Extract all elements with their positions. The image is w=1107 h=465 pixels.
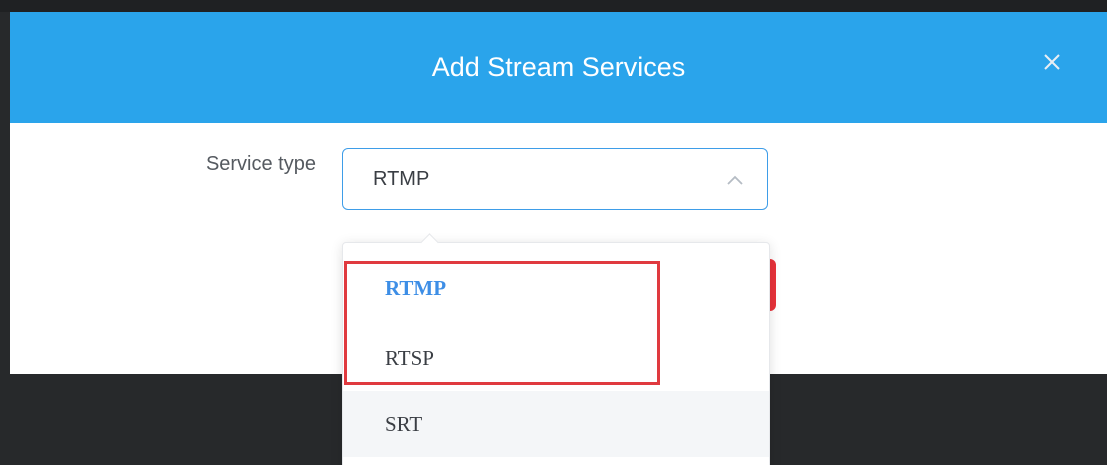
option-srt[interactable]: SRT [343,391,769,457]
partially-hidden-button [769,259,776,311]
service-type-value: RTMP [373,168,430,190]
service-type-label: Service type [205,153,316,175]
dialog-title: Add Stream Services [431,52,686,82]
service-type-dropdown: RTMP RTSP SRT [342,233,770,465]
chevron-up-icon [727,175,743,185]
service-type-select[interactable]: RTMP [342,148,768,210]
close-button[interactable] [1038,48,1066,76]
close-icon [1044,54,1060,70]
option-rtmp[interactable]: RTMP [343,255,769,321]
background-overlay [0,0,1107,12]
screen: Add Stream Services Service type RTMP RT… [0,0,1107,465]
option-rtsp[interactable]: RTSP [343,325,769,391]
